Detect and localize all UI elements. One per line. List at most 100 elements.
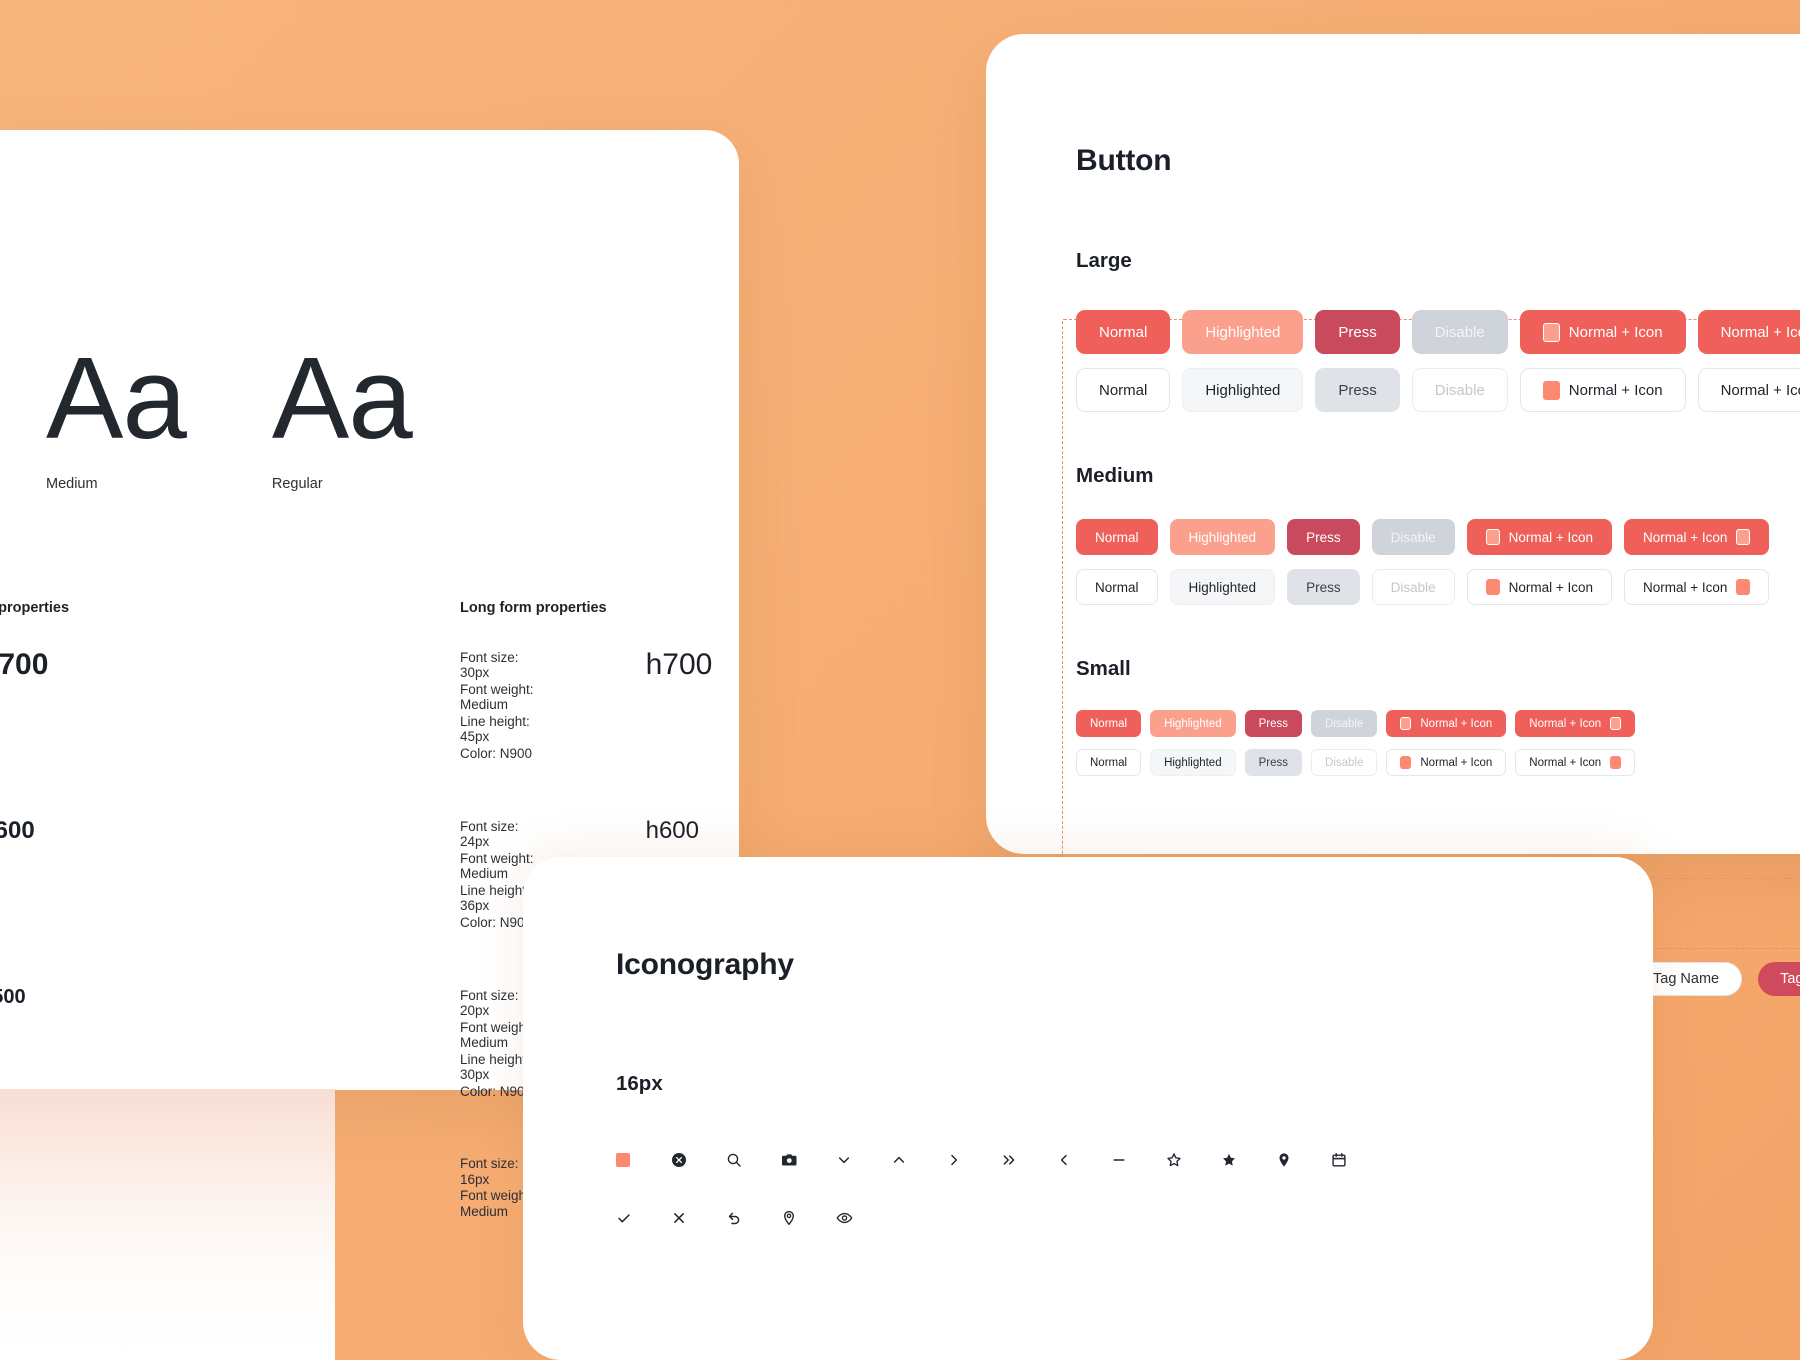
chevron-right-icon[interactable] bbox=[946, 1147, 1001, 1173]
square-icon bbox=[1400, 756, 1412, 769]
button-label: Press bbox=[1306, 579, 1341, 595]
specimen-label: Medium bbox=[46, 476, 98, 492]
button-large-ghost-icon-trailing[interactable]: Normal + Icon bbox=[1697, 368, 1800, 412]
color-swatch-icon[interactable] bbox=[616, 1147, 671, 1173]
button-small-ghost-icon-leading[interactable]: Normal + Icon bbox=[1386, 749, 1507, 776]
button-label: Normal bbox=[1099, 381, 1148, 399]
button-medium-ghost-icon-trailing[interactable]: Normal + Icon bbox=[1624, 569, 1770, 605]
table-row: Font size: 30px Font weight: Semibold Li… bbox=[0, 648, 739, 763]
undo-icon[interactable] bbox=[726, 1205, 781, 1231]
button-small-icon-trailing[interactable]: Normal + Icon bbox=[1515, 710, 1636, 737]
column-header-short: Short form properties bbox=[0, 600, 70, 616]
star-outline-icon[interactable] bbox=[1166, 1147, 1221, 1173]
button-small-normal[interactable]: Normal bbox=[1076, 710, 1142, 737]
button-row-ghost: Normal Highlighted Press Disable Normal … bbox=[1076, 368, 1800, 412]
button-label: Press bbox=[1258, 717, 1289, 730]
button-label: Normal bbox=[1090, 756, 1128, 769]
prop-color: Color: N900 bbox=[460, 746, 533, 761]
close-icon[interactable] bbox=[671, 1205, 726, 1231]
button-large-ghost-icon-leading[interactable]: Normal + Icon bbox=[1519, 368, 1686, 412]
chevron-left-icon[interactable] bbox=[1056, 1147, 1111, 1173]
square-icon bbox=[1485, 579, 1500, 595]
square-icon bbox=[1610, 717, 1622, 730]
decorative-gradient-block bbox=[0, 1089, 335, 1360]
button-medium-ghost-normal[interactable]: Normal bbox=[1076, 569, 1158, 605]
button-small-press[interactable]: Press bbox=[1244, 710, 1303, 737]
group-title-large: Large bbox=[1076, 249, 1132, 272]
prop-line-height: Line height: 45px bbox=[460, 714, 530, 745]
type-sample-short: h500 bbox=[0, 985, 26, 1008]
group-title-medium: Medium bbox=[1076, 464, 1154, 487]
eye-icon[interactable] bbox=[836, 1205, 891, 1231]
map-pin-filled-icon[interactable] bbox=[1276, 1147, 1331, 1173]
icon-size-label: 16px bbox=[616, 1072, 663, 1095]
square-icon bbox=[1736, 529, 1751, 545]
button-medium-press[interactable]: Press bbox=[1287, 519, 1360, 555]
calendar-icon[interactable] bbox=[1331, 1147, 1386, 1173]
button-large-highlighted[interactable]: Highlighted bbox=[1182, 310, 1304, 354]
button-group-small: Small bbox=[1076, 657, 1131, 681]
button-small-ghost-press[interactable]: Press bbox=[1244, 749, 1303, 776]
location-target-icon[interactable] bbox=[781, 1205, 836, 1231]
button-large-ghost-highlighted[interactable]: Highlighted bbox=[1182, 368, 1304, 412]
square-icon bbox=[1542, 322, 1560, 342]
close-circle-icon[interactable] bbox=[671, 1147, 726, 1173]
button-large-ghost-disable[interactable]: Disable bbox=[1411, 368, 1508, 412]
square-icon bbox=[1400, 717, 1412, 730]
button-medium-disable[interactable]: Disable bbox=[1371, 519, 1455, 555]
button-label: Disable bbox=[1390, 579, 1436, 595]
button-small-ghost-icon-trailing[interactable]: Normal + Icon bbox=[1515, 749, 1636, 776]
button-large-ghost-press[interactable]: Press bbox=[1315, 368, 1400, 412]
chevron-up-icon[interactable] bbox=[891, 1147, 946, 1173]
button-medium-highlighted[interactable]: Highlighted bbox=[1169, 519, 1276, 555]
column-header-long: Long form properties bbox=[460, 600, 607, 616]
prop-font-size: Font size: 24px bbox=[460, 818, 519, 849]
long-form-properties: Font size: 30px Font weight: Medium Line… bbox=[460, 648, 546, 763]
button-medium-ghost-press[interactable]: Press bbox=[1287, 569, 1360, 605]
button-small-disable[interactable]: Disable bbox=[1311, 710, 1378, 737]
check-icon[interactable] bbox=[616, 1205, 671, 1231]
chevron-down-icon[interactable] bbox=[836, 1147, 891, 1173]
button-small-ghost-disable[interactable]: Disable bbox=[1311, 749, 1378, 776]
iconography-panel: Iconography 16px bbox=[523, 857, 1653, 1360]
type-sample-short: h700 bbox=[0, 648, 49, 681]
square-icon bbox=[1610, 756, 1622, 769]
camera-icon[interactable] bbox=[781, 1147, 836, 1173]
chevrons-right-icon[interactable] bbox=[1001, 1147, 1056, 1173]
button-medium-ghost-highlighted[interactable]: Highlighted bbox=[1169, 569, 1276, 605]
search-icon[interactable] bbox=[726, 1147, 781, 1173]
prop-font-weight: Font weight: Medium bbox=[460, 682, 534, 713]
button-label: Normal + Icon bbox=[1643, 579, 1728, 595]
minus-icon[interactable] bbox=[1111, 1147, 1166, 1173]
button-label: Normal + Icon bbox=[1529, 756, 1602, 769]
button-label: Press bbox=[1338, 323, 1377, 341]
button-small-highlighted[interactable]: Highlighted bbox=[1150, 710, 1236, 737]
type-specimen-medium: Aa Medium bbox=[46, 340, 187, 492]
group-title-small: Small bbox=[1076, 657, 1131, 680]
button-medium-icon-trailing[interactable]: Normal + Icon bbox=[1624, 519, 1770, 555]
button-medium-ghost-icon-leading[interactable]: Normal + Icon bbox=[1466, 569, 1613, 605]
button-large-ghost-normal[interactable]: Normal bbox=[1076, 368, 1171, 412]
button-label: Press bbox=[1338, 381, 1377, 399]
button-large-press[interactable]: Press bbox=[1315, 310, 1400, 354]
button-medium-normal[interactable]: Normal bbox=[1076, 519, 1158, 555]
button-label: Press bbox=[1306, 529, 1341, 545]
button-large-disable[interactable]: Disable bbox=[1411, 310, 1508, 354]
button-group-large: Large bbox=[1076, 249, 1132, 273]
button-small-ghost-highlighted[interactable]: Highlighted bbox=[1150, 749, 1236, 776]
button-label: Disable bbox=[1325, 717, 1364, 730]
button-large-icon-leading[interactable]: Normal + Icon bbox=[1519, 310, 1686, 354]
specimen-glyph: Aa bbox=[271, 333, 413, 463]
button-panel: Button Large Normal Highlighted Press Di… bbox=[986, 34, 1800, 879]
button-small-icon-leading[interactable]: Normal + Icon bbox=[1386, 710, 1507, 737]
button-medium-ghost-disable[interactable]: Disable bbox=[1371, 569, 1455, 605]
button-label: Disable bbox=[1325, 756, 1364, 769]
type-sample-short: h600 bbox=[0, 816, 35, 844]
button-small-ghost-normal[interactable]: Normal bbox=[1076, 749, 1142, 776]
button-rows-medium: Normal Highlighted Press Disable Normal … bbox=[1076, 519, 1770, 605]
tag-solid[interactable]: Tag Name bbox=[1758, 962, 1800, 996]
star-filled-icon[interactable] bbox=[1221, 1147, 1276, 1173]
button-medium-icon-leading[interactable]: Normal + Icon bbox=[1466, 519, 1613, 555]
button-large-normal[interactable]: Normal bbox=[1076, 310, 1171, 354]
button-large-icon-trailing[interactable]: Normal + Icon bbox=[1697, 310, 1800, 354]
